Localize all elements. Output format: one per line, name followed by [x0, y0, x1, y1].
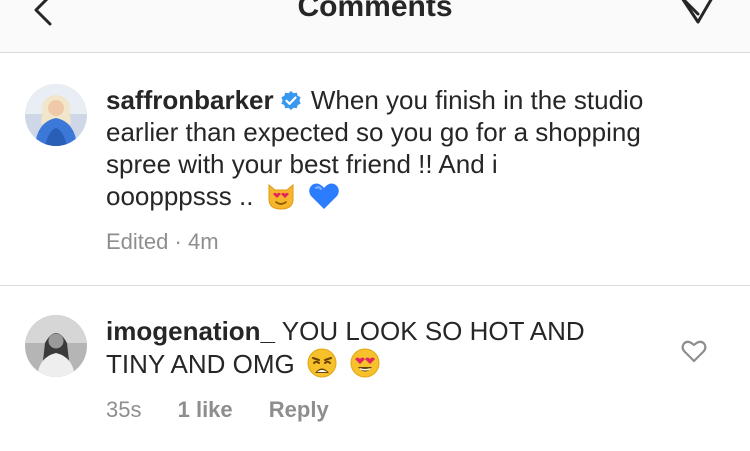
direct-send-icon: [681, 0, 713, 24]
comment-username[interactable]: imogenation_: [106, 316, 275, 346]
weary-face-emoji: [307, 348, 337, 378]
caption-line-2: earlier than expected so you go for a sh…: [106, 117, 641, 147]
comment-line-2: TINY AND OMG: [106, 349, 295, 379]
reply-button[interactable]: Reply: [269, 397, 329, 422]
caption-edited-label: Edited: [106, 229, 169, 254]
meta-separator: ·: [174, 229, 182, 254]
verified-badge-icon: [281, 91, 301, 110]
like-comment-button[interactable]: [681, 339, 707, 363]
caption-line-1: When you finish in the studio: [310, 85, 644, 115]
heart-outline-icon: [681, 340, 707, 363]
smiling-cat-heart-eyes-emoji: [268, 183, 294, 210]
comment-likes-link[interactable]: 1 like: [178, 397, 233, 422]
comment-line-1: YOU LOOK SO HOT AND: [281, 316, 585, 346]
avatar[interactable]: [25, 84, 87, 146]
caption-text: saffronbarker When you finish in the stu…: [106, 84, 643, 212]
send-button[interactable]: [676, 0, 716, 28]
avatar[interactable]: [25, 315, 87, 377]
profile-photo-saffronbarker: [25, 84, 87, 146]
caption-meta: Edited · 4m: [106, 229, 219, 255]
heart-eyes-emoji: [350, 348, 380, 378]
profile-photo-imogenation: [25, 315, 87, 377]
comment-timestamp: 35s: [106, 397, 142, 422]
comment-meta: 35s 1 like Reply: [106, 397, 329, 423]
caption-line-3: spree with your best friend !! And i: [106, 149, 498, 179]
caption-divider: [0, 285, 750, 286]
header-bar: Comments: [0, 0, 750, 53]
caption-timestamp: 4m: [187, 229, 219, 254]
page-title: Comments: [297, 0, 453, 23]
caption-username[interactable]: saffronbarker: [106, 85, 274, 115]
caption-line-4: ooopppsss ..: [106, 181, 254, 211]
comment-text: imogenation_ YOU LOOK SO HOT AND TINY AN…: [106, 315, 585, 380]
blue-heart-emoji: [309, 183, 339, 209]
